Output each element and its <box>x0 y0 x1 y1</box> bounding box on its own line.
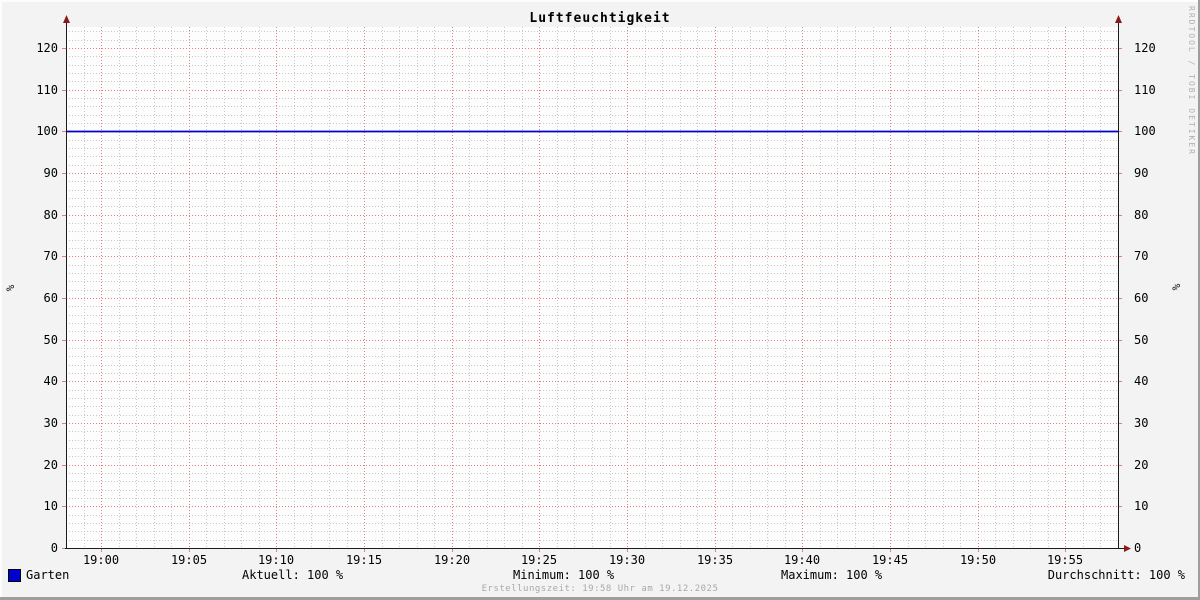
series-color-swatch <box>8 569 21 582</box>
y-tick-label: 10 <box>43 499 58 513</box>
rrdtool-humidity-graph: Luftfeuchtigkeit % % RRDTOOL / TOBI OETI… <box>0 0 1200 600</box>
stat-durchschnitt: Durchschnitt: 100 % <box>1047 568 1185 582</box>
y-tick-label: 50 <box>43 333 58 347</box>
y-tick-label: 110 <box>36 83 58 97</box>
y-tick-label: 70 <box>43 249 58 263</box>
y-tick-label: 80 <box>43 208 58 222</box>
y-tick-label: 100 <box>1134 124 1156 138</box>
stat-minimum: Minimum: 100 % <box>513 568 615 582</box>
y-tick-label: 120 <box>36 41 58 55</box>
y-tick-label: 30 <box>43 416 58 430</box>
y-tick-label: 90 <box>1134 166 1149 180</box>
x-tick-label: 19:10 <box>257 553 295 567</box>
y-tick-label: 120 <box>1134 41 1156 55</box>
y-tick-label: 40 <box>43 374 58 388</box>
x-tick-label: 19:30 <box>608 553 646 567</box>
x-tick-label: 19:25 <box>520 553 558 567</box>
y-tick-label: 110 <box>1134 83 1156 97</box>
x-tick-label: 19:55 <box>1046 553 1084 567</box>
x-tick-label: 19:45 <box>871 553 909 567</box>
series-name: Garten <box>26 568 70 582</box>
x-tick-label: 19:40 <box>783 553 821 567</box>
y-axis-unit-left: % <box>4 284 17 292</box>
y-tick-label: 60 <box>43 291 58 305</box>
y-tick-label: 10 <box>1134 499 1149 513</box>
y-tick-label: 70 <box>1134 249 1149 263</box>
x-tick-label: 19:00 <box>82 553 120 567</box>
y-tick-label: 60 <box>1134 291 1149 305</box>
y-tick-label: 40 <box>1134 374 1149 388</box>
rrdtool-watermark: RRDTOOL / TOBI OETIKER <box>1187 6 1196 156</box>
y-tick-label: 50 <box>1134 333 1149 347</box>
x-tick-label: 19:15 <box>345 553 383 567</box>
x-tick-label: 19:35 <box>696 553 734 567</box>
y-tick-label: 0 <box>50 541 58 555</box>
legend: Garten Aktuell: 100 % Minimum: 100 % Max… <box>0 568 1200 583</box>
stat-aktuell: Aktuell: 100 % <box>242 568 344 582</box>
x-tick-label: 19:20 <box>433 553 471 567</box>
y-tick-label: 20 <box>1134 458 1149 472</box>
plot-area <box>62 15 1131 552</box>
creation-timestamp: Erstellungszeit: 19:58 Uhr am 19.12.2025 <box>481 584 719 594</box>
y-tick-label: 30 <box>1134 416 1149 430</box>
y-tick-label: 90 <box>43 166 58 180</box>
stat-maximum: Maximum: 100 % <box>781 568 883 582</box>
y-tick-label: 80 <box>1134 208 1149 222</box>
y-tick-label: 0 <box>1134 541 1142 555</box>
x-tick-label: 19:50 <box>959 553 997 567</box>
y-tick-label: 100 <box>36 124 58 138</box>
x-tick-label: 19:05 <box>170 553 208 567</box>
y-tick-label: 20 <box>43 458 58 472</box>
